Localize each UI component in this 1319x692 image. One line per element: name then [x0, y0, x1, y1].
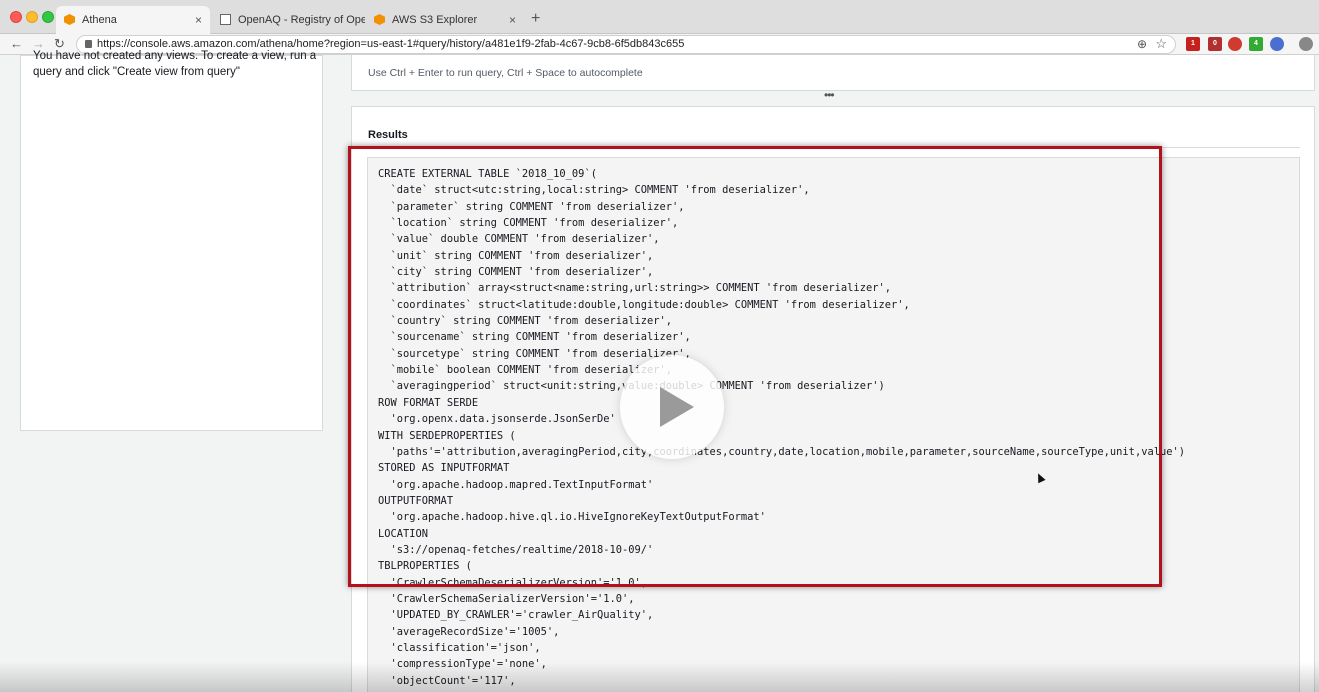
- code-line: `country` string COMMENT 'from deseriali…: [378, 315, 673, 328]
- extension-icon[interactable]: [1270, 37, 1284, 51]
- code-line: 's3://openaq-fetches/realtime/2018-10-09…: [378, 543, 654, 556]
- code-line: 'CrawlerSchemaDeserializerVersion'='1.0'…: [378, 576, 648, 589]
- aws-icon: [374, 14, 385, 25]
- ddl-output: CREATE EXTERNAL TABLE `2018_10_09`( `dat…: [367, 157, 1300, 692]
- tab-label: AWS S3 Explorer: [392, 14, 478, 26]
- minimize-window-button[interactable]: [26, 11, 38, 23]
- code-line: 'averageRecordSize'='1005',: [378, 625, 560, 638]
- editor-shortcut-hint: Use Ctrl + Enter to run query, Ctrl + Sp…: [368, 67, 643, 79]
- results-panel: Results CREATE EXTERNAL TABLE `2018_10_0…: [351, 106, 1315, 692]
- views-panel: You have not created any views. To creat…: [20, 50, 323, 431]
- code-line: `value` double COMMENT 'from deserialize…: [378, 233, 660, 246]
- bookmark-star-icon[interactable]: ☆: [1155, 36, 1167, 52]
- code-line: `parameter` string COMMENT 'from deseria…: [378, 200, 685, 213]
- close-window-button[interactable]: [10, 11, 22, 23]
- code-line: `city` string COMMENT 'from deserializer…: [378, 266, 654, 279]
- code-line: 'CrawlerSchemaSerializerVersion'='1.0',: [378, 592, 635, 605]
- code-line: WITH SERDEPROPERTIES (: [378, 429, 516, 442]
- extension-icon[interactable]: 0: [1208, 37, 1222, 51]
- code-line: 'org.openx.data.jsonserde.JsonSerDe': [378, 413, 616, 426]
- code-line: `averagingperiod` struct<unit:string,val…: [390, 380, 885, 393]
- code-line: `location` string COMMENT 'from deserial…: [378, 217, 679, 230]
- code-line: `unit` string COMMENT 'from deserializer…: [378, 249, 654, 262]
- code-line: 'objectCount'='117',: [378, 674, 516, 687]
- tab-label: OpenAQ - Registry of Open Da: [238, 14, 365, 26]
- play-icon: [660, 387, 694, 427]
- divider: [368, 147, 1300, 148]
- tab-s3-explorer[interactable]: AWS S3 Explorer ×: [366, 6, 524, 34]
- code-line: `coordinates` struct<latitude:double,lon…: [378, 298, 910, 311]
- code-line: `sourcename` string COMMENT 'from deseri…: [378, 331, 691, 344]
- results-title: Results: [368, 129, 408, 141]
- profile-avatar[interactable]: [1299, 37, 1313, 51]
- abp-extension-icon[interactable]: [1228, 37, 1242, 51]
- resize-handle[interactable]: •••: [824, 88, 835, 102]
- close-tab-icon[interactable]: ×: [509, 13, 516, 27]
- code-line: `date` struct<utc:string,local:string> C…: [378, 184, 810, 197]
- ddl-code: CREATE EXTERNAL TABLE `2018_10_09`( `dat…: [378, 166, 1185, 689]
- extension-icon[interactable]: 4: [1249, 37, 1263, 51]
- url-text: https://console.aws.amazon.com/athena/ho…: [97, 38, 685, 50]
- code-line: CREATE EXTERNAL TABLE `2018_10_09`(: [378, 168, 597, 180]
- code-line: 'classification'='json',: [378, 641, 541, 654]
- video-play-button[interactable]: [620, 355, 724, 459]
- views-empty-message-cont: query and click "Create view from query": [33, 66, 240, 78]
- maximize-window-button[interactable]: [42, 11, 54, 23]
- lock-icon: [85, 40, 92, 48]
- query-editor-panel: Use Ctrl + Enter to run query, Ctrl + Sp…: [351, 55, 1315, 91]
- document-icon: [220, 14, 231, 25]
- close-tab-icon[interactable]: ×: [195, 13, 202, 27]
- code-line: `mobile` boolean COMMENT 'from deseriali…: [378, 364, 673, 377]
- aws-icon: [64, 14, 75, 25]
- tab-openaq[interactable]: OpenAQ - Registry of Open Da: [212, 6, 365, 34]
- code-line: 'UPDATED_BY_CRAWLER'='crawler_AirQuality…: [378, 609, 654, 622]
- tab-label: Athena: [82, 14, 117, 26]
- code-line: `attribution` array<struct<name:string,u…: [378, 282, 891, 295]
- tab-athena[interactable]: Athena ×: [56, 6, 210, 35]
- code-line: 'org.apache.hadoop.hive.ql.io.HiveIgnore…: [378, 511, 766, 524]
- views-empty-message: You have not created any views. To creat…: [33, 50, 317, 62]
- back-arrow-icon[interactable]: ←: [10, 36, 23, 51]
- forward-arrow-icon[interactable]: →: [32, 36, 45, 51]
- code-line: 'org.apache.hadoop.mapred.TextInputForma…: [378, 478, 654, 491]
- code-line: ROW FORMAT SERDE: [378, 396, 479, 409]
- code-line: 'paths'='attribution,averagingPeriod,cit…: [378, 445, 1185, 458]
- zoom-icon[interactable]: ⊕: [1137, 37, 1147, 51]
- code-line: `sourcetype` string COMMENT 'from deseri…: [378, 347, 691, 360]
- code-line: 'compressionType'='none',: [378, 658, 547, 671]
- code-line: LOCATION: [378, 527, 429, 540]
- browser-tab-strip: Athena × OpenAQ - Registry of Open Da AW…: [0, 0, 1319, 35]
- gmail-extension-icon[interactable]: 1: [1186, 37, 1200, 51]
- code-line: OUTPUTFORMAT: [378, 494, 454, 507]
- code-line: TBLPROPERTIES (: [378, 560, 472, 573]
- new-tab-button[interactable]: +: [531, 10, 540, 28]
- code-line: STORED AS INPUTFORMAT: [378, 462, 510, 475]
